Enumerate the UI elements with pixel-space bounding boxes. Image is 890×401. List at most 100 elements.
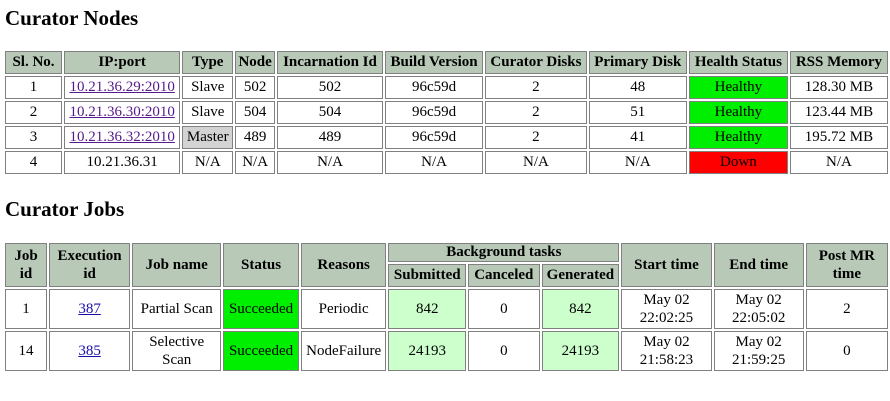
col-build-version: Build Version bbox=[384, 51, 484, 74]
node-incarnation: 504 bbox=[277, 101, 383, 124]
job-canceled: 0 bbox=[468, 289, 540, 329]
node-health-status: Healthy bbox=[688, 76, 788, 99]
col-execution-id: Execution id bbox=[49, 243, 131, 287]
node-type: N/A bbox=[182, 151, 234, 174]
end-clock: 22:05:02 bbox=[732, 310, 786, 326]
job-status: Succeeded bbox=[223, 289, 299, 329]
node-sl: 1 bbox=[5, 76, 62, 99]
job-post-mr-time: 0 bbox=[805, 331, 888, 371]
node-sl: 4 bbox=[5, 151, 62, 174]
job-name-line2: Scan bbox=[162, 352, 192, 368]
node-health-status: Healthy bbox=[688, 126, 788, 149]
col-sl-no: Sl. No. bbox=[5, 51, 62, 74]
node-row: 3 10.21.36.32:2010 Master 489 489 96c59d… bbox=[5, 126, 888, 149]
node-disks: 2 bbox=[485, 76, 587, 99]
job-id: 14 bbox=[5, 331, 47, 371]
job-submitted: 24193 bbox=[388, 331, 467, 371]
job-end-time: May 02 21:59:25 bbox=[713, 331, 804, 371]
end-date: May 02 bbox=[735, 292, 782, 308]
start-clock: 21:58:23 bbox=[639, 352, 694, 368]
execution-id-cell: 385 bbox=[49, 331, 131, 371]
node-build: 96c59d bbox=[384, 76, 484, 99]
node-id: 504 bbox=[235, 101, 276, 124]
node-rss: N/A bbox=[789, 151, 888, 174]
col-end-time: End time bbox=[713, 243, 804, 287]
job-name: Selective Scan bbox=[132, 331, 222, 371]
node-incarnation: 502 bbox=[277, 76, 383, 99]
job-canceled: 0 bbox=[468, 331, 540, 371]
curator-jobs-table: Job id Execution id Job name Status Reas… bbox=[3, 241, 890, 373]
end-date: May 02 bbox=[735, 334, 782, 350]
jobs-header-row: Job id Execution id Job name Status Reas… bbox=[5, 243, 888, 287]
col-job-name: Job name bbox=[132, 243, 222, 287]
node-primary-disk: 41 bbox=[588, 126, 687, 149]
node-disks: N/A bbox=[485, 151, 587, 174]
job-start-time: May 02 22:02:25 bbox=[621, 289, 712, 329]
col-generated: Generated bbox=[541, 264, 620, 287]
node-primary-disk: N/A bbox=[588, 151, 687, 174]
col-type: Type bbox=[182, 51, 234, 74]
col-reasons: Reasons bbox=[300, 243, 387, 287]
job-name-line1: Selective bbox=[149, 334, 205, 350]
col-job-id: Job id bbox=[5, 243, 47, 287]
node-incarnation: 489 bbox=[277, 126, 383, 149]
node-rss: 195.72 MB bbox=[789, 126, 888, 149]
col-incarnation-id: Incarnation Id bbox=[277, 51, 383, 74]
job-generated: 24193 bbox=[541, 331, 620, 371]
col-start-time: Start time bbox=[621, 243, 712, 287]
col-curator-disks: Curator Disks bbox=[485, 51, 587, 74]
node-disks: 2 bbox=[485, 126, 587, 149]
execution-id-link[interactable]: 387 bbox=[78, 301, 101, 317]
curator-nodes-table: Sl. No. IP:port Type Node Incarnation Id… bbox=[3, 49, 890, 176]
node-health-status: Down bbox=[688, 151, 788, 174]
col-node: Node bbox=[235, 51, 276, 74]
node-ip-link[interactable]: 10.21.36.29:2010 bbox=[69, 79, 174, 95]
node-build: N/A bbox=[384, 151, 484, 174]
node-disks: 2 bbox=[485, 101, 587, 124]
start-date: May 02 bbox=[643, 334, 690, 350]
job-reasons: NodeFailure bbox=[300, 331, 387, 371]
node-ip-link[interactable]: 10.21.36.30:2010 bbox=[69, 104, 174, 120]
node-incarnation: N/A bbox=[277, 151, 383, 174]
node-sl: 2 bbox=[5, 101, 62, 124]
job-reasons: Periodic bbox=[300, 289, 387, 329]
node-row: 2 10.21.36.30:2010 Slave 504 504 96c59d … bbox=[5, 101, 888, 124]
end-clock: 21:59:25 bbox=[732, 352, 786, 368]
node-ip-cell: 10.21.36.30:2010 bbox=[63, 101, 181, 124]
curator-nodes-title: Curator Nodes bbox=[5, 6, 139, 30]
job-name: Partial Scan bbox=[132, 289, 222, 329]
curator-jobs-title: Curator Jobs bbox=[5, 197, 125, 221]
job-row: 14 385 Selective Scan Succeeded NodeFailu… bbox=[5, 331, 888, 371]
job-start-time: May 02 21:58:23 bbox=[621, 331, 712, 371]
col-rss-memory: RSS Memory bbox=[789, 51, 888, 74]
node-rss: 123.44 MB bbox=[789, 101, 888, 124]
job-status: Succeeded bbox=[223, 331, 299, 371]
col-primary-disk: Primary Disk bbox=[588, 51, 687, 74]
col-post-mr-time: Post MR time bbox=[805, 243, 888, 287]
node-build: 96c59d bbox=[384, 126, 484, 149]
execution-id-link[interactable]: 385 bbox=[78, 343, 101, 359]
node-id: N/A bbox=[235, 151, 276, 174]
node-build: 96c59d bbox=[384, 101, 484, 124]
node-ip-link[interactable]: 10.21.36.32:2010 bbox=[69, 129, 174, 145]
node-id: 489 bbox=[235, 126, 276, 149]
node-ip: 10.21.36.31 bbox=[63, 151, 181, 174]
start-clock: 22:02:25 bbox=[639, 310, 694, 326]
node-sl: 3 bbox=[5, 126, 62, 149]
col-canceled: Canceled bbox=[468, 264, 540, 287]
col-status: Status bbox=[223, 243, 299, 287]
col-health-status: Health Status bbox=[688, 51, 788, 74]
job-generated: 842 bbox=[541, 289, 620, 329]
nodes-header-row: Sl. No. IP:port Type Node Incarnation Id… bbox=[5, 51, 888, 74]
job-row: 1 387 Partial Scan Succeeded Periodic 84… bbox=[5, 289, 888, 329]
node-rss: 128.30 MB bbox=[789, 76, 888, 99]
start-date: May 02 bbox=[643, 292, 690, 308]
node-health-status: Healthy bbox=[688, 101, 788, 124]
col-submitted: Submitted bbox=[388, 264, 467, 287]
job-post-mr-time: 2 bbox=[805, 289, 888, 329]
job-submitted: 842 bbox=[388, 289, 467, 329]
node-primary-disk: 51 bbox=[588, 101, 687, 124]
node-row: 1 10.21.36.29:2010 Slave 502 502 96c59d … bbox=[5, 76, 888, 99]
node-type: Slave bbox=[182, 101, 234, 124]
col-ip-port: IP:port bbox=[63, 51, 181, 74]
